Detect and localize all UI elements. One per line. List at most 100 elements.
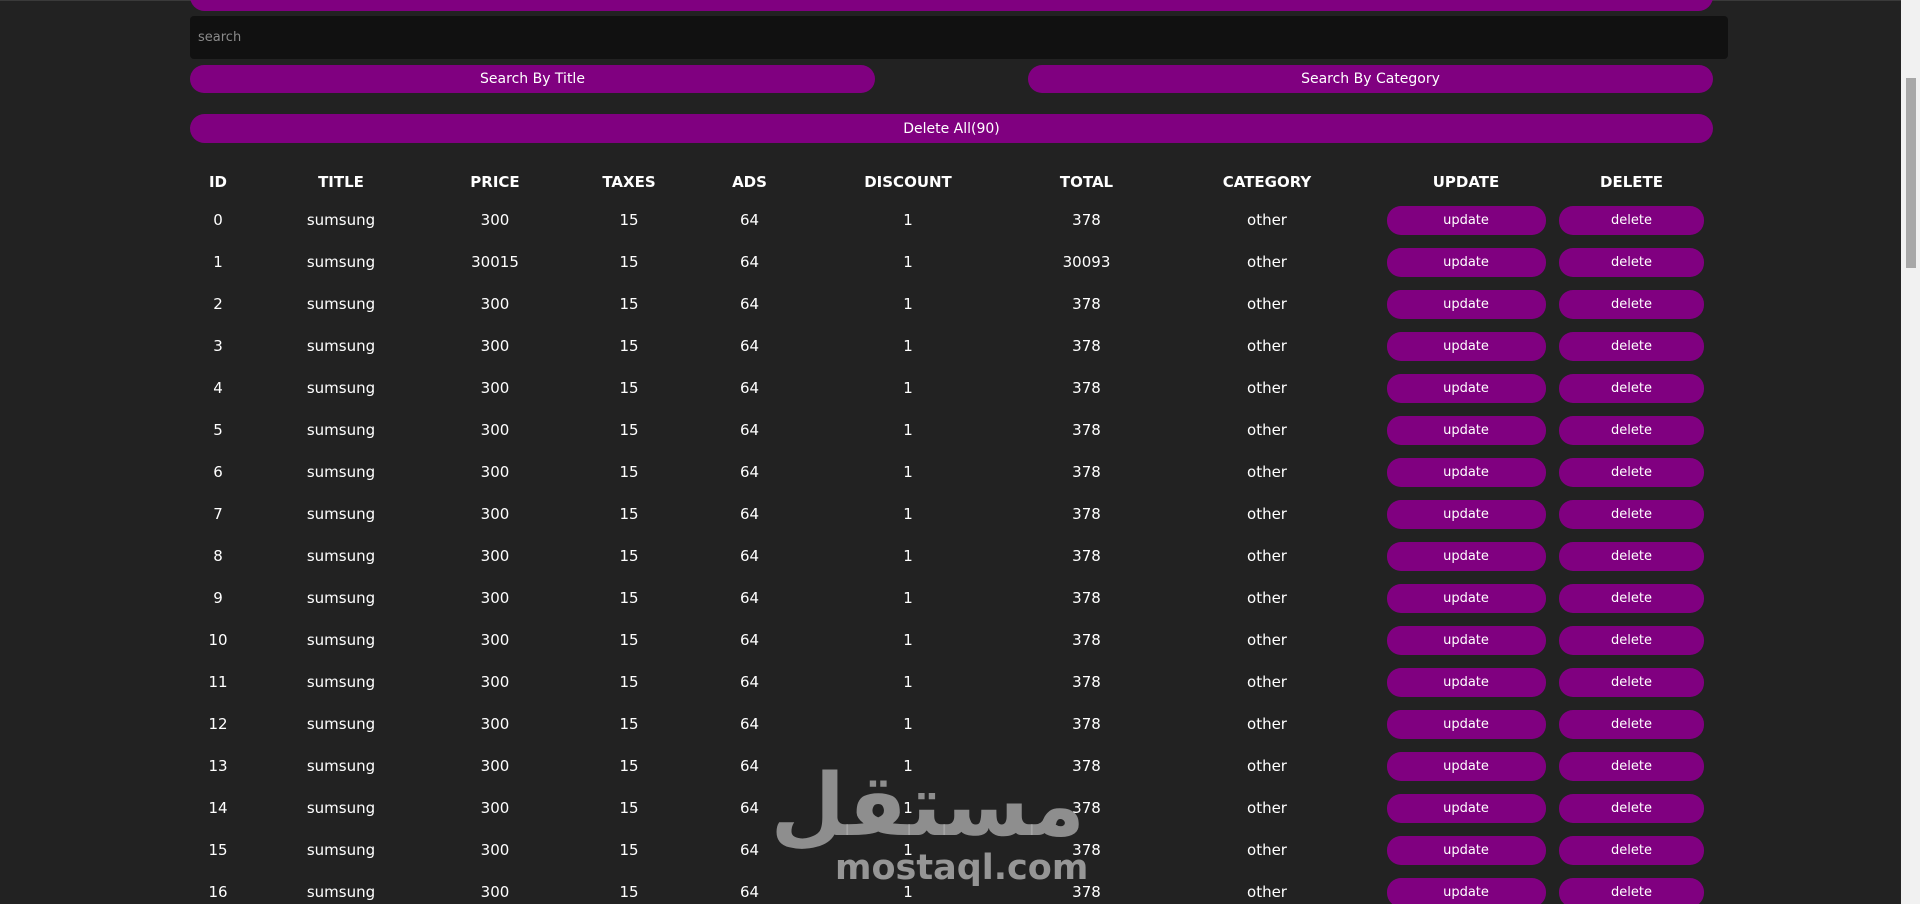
cell-taxes: 15 <box>619 463 639 481</box>
cell-category: other <box>1247 631 1287 649</box>
update-button[interactable]: update <box>1386 751 1546 781</box>
update-button[interactable]: update <box>1386 373 1546 403</box>
cell-price: 300 <box>480 421 510 439</box>
cell-discount: 1 <box>903 799 913 817</box>
cell-id: 14 <box>208 799 228 817</box>
cell-taxes: 15 <box>619 589 639 607</box>
update-button[interactable]: update <box>1386 835 1546 865</box>
cell-delete: delete <box>1550 829 1713 871</box>
cell-total: 378 <box>1072 421 1101 439</box>
search-by-category-button[interactable]: Search By Category <box>1028 65 1713 93</box>
delete-button[interactable]: delete <box>1559 247 1704 277</box>
cell-title: sumsung <box>306 841 376 859</box>
update-button[interactable]: update <box>1386 709 1546 739</box>
cell-total: 378 <box>1072 883 1101 901</box>
cell-id: 4 <box>213 379 223 397</box>
update-button[interactable]: update <box>1386 205 1546 235</box>
table-row: 0 sumsung 300 15 64 1 378 other update delete <box>190 199 1713 241</box>
header-title: TITLE <box>318 173 364 191</box>
header-category: CATEGORY <box>1222 173 1312 191</box>
search-input[interactable] <box>190 16 1728 59</box>
cell-ads: 64 <box>739 547 760 565</box>
update-button[interactable]: update <box>1386 457 1546 487</box>
cell-update: update <box>1382 493 1550 535</box>
update-button[interactable]: update <box>1386 877 1546 904</box>
update-button[interactable]: update <box>1386 415 1546 445</box>
cell-price: 300 <box>480 589 510 607</box>
cell-id: 9 <box>213 589 223 607</box>
delete-button[interactable]: delete <box>1559 877 1704 904</box>
delete-button[interactable]: delete <box>1559 709 1704 739</box>
cell-delete: delete <box>1550 661 1713 703</box>
delete-button[interactable]: delete <box>1559 541 1704 571</box>
delete-button[interactable]: delete <box>1559 793 1704 823</box>
cell-update: update <box>1382 745 1550 787</box>
cell-price: 300 <box>480 673 510 691</box>
delete-button[interactable]: delete <box>1559 373 1704 403</box>
cell-update: update <box>1382 409 1550 451</box>
update-button[interactable]: update <box>1386 331 1546 361</box>
delete-button[interactable]: delete <box>1559 625 1704 655</box>
cell-update: update <box>1382 283 1550 325</box>
delete-button[interactable]: delete <box>1559 751 1704 781</box>
cell-delete: delete <box>1550 787 1713 829</box>
cell-category: other <box>1247 379 1287 397</box>
delete-button[interactable]: delete <box>1559 667 1704 697</box>
cell-price: 300 <box>480 547 510 565</box>
cell-delete: delete <box>1550 493 1713 535</box>
header-update: UPDATE <box>1432 173 1500 191</box>
cell-id: 5 <box>213 421 223 439</box>
cell-price: 300 <box>480 295 510 313</box>
update-button[interactable]: update <box>1386 625 1546 655</box>
table-head: ID TITLE PRICE TAXES ADS DISCOUNT TOTAL … <box>190 165 1713 199</box>
delete-button[interactable]: delete <box>1559 583 1704 613</box>
table-row: 9 sumsung 300 15 64 1 378 other update delete <box>190 577 1713 619</box>
cell-ads: 64 <box>739 715 760 733</box>
delete-button[interactable]: delete <box>1559 415 1704 445</box>
cell-total: 378 <box>1072 757 1101 775</box>
cell-taxes: 15 <box>619 841 639 859</box>
cell-title: sumsung <box>306 883 376 901</box>
scrollbar-thumb[interactable] <box>1906 78 1916 268</box>
search-by-title-button[interactable]: Search By Title <box>190 65 875 93</box>
cell-update: update <box>1382 619 1550 661</box>
update-button[interactable]: update <box>1386 667 1546 697</box>
create-button[interactable]: create <box>190 0 1713 11</box>
cell-category: other <box>1247 463 1287 481</box>
cell-total: 378 <box>1072 463 1101 481</box>
cell-id: 13 <box>208 757 228 775</box>
update-button[interactable]: update <box>1386 247 1546 277</box>
delete-button[interactable]: delete <box>1559 289 1704 319</box>
products-table: ID TITLE PRICE TAXES ADS DISCOUNT TOTAL … <box>190 165 1713 904</box>
update-button[interactable]: update <box>1386 541 1546 571</box>
cell-discount: 1 <box>903 295 913 313</box>
delete-button[interactable]: delete <box>1559 331 1704 361</box>
update-button[interactable]: update <box>1386 583 1546 613</box>
cell-id: 16 <box>208 883 228 901</box>
update-button[interactable]: update <box>1386 793 1546 823</box>
cell-id: 3 <box>213 337 223 355</box>
cell-discount: 1 <box>903 211 913 229</box>
cell-total: 378 <box>1072 211 1101 229</box>
delete-button[interactable]: delete <box>1559 457 1704 487</box>
cell-total: 378 <box>1072 295 1101 313</box>
cell-category: other <box>1247 799 1287 817</box>
delete-button[interactable]: delete <box>1559 205 1704 235</box>
update-button[interactable]: update <box>1386 499 1546 529</box>
delete-button[interactable]: delete <box>1559 499 1704 529</box>
cell-ads: 64 <box>739 379 760 397</box>
cell-category: other <box>1247 211 1287 229</box>
update-button[interactable]: update <box>1386 289 1546 319</box>
delete-button[interactable]: delete <box>1559 835 1704 865</box>
cell-price: 300 <box>480 463 510 481</box>
cell-id: 12 <box>208 715 228 733</box>
cell-update: update <box>1382 829 1550 871</box>
header-row: ID TITLE PRICE TAXES ADS DISCOUNT TOTAL … <box>190 165 1713 199</box>
cell-taxes: 15 <box>619 799 639 817</box>
cell-discount: 1 <box>903 589 913 607</box>
cell-title: sumsung <box>306 463 376 481</box>
cell-total: 378 <box>1072 631 1101 649</box>
cell-price: 300 <box>480 337 510 355</box>
delete-all-button[interactable]: Delete All(90) <box>190 114 1713 143</box>
cell-discount: 1 <box>903 673 913 691</box>
